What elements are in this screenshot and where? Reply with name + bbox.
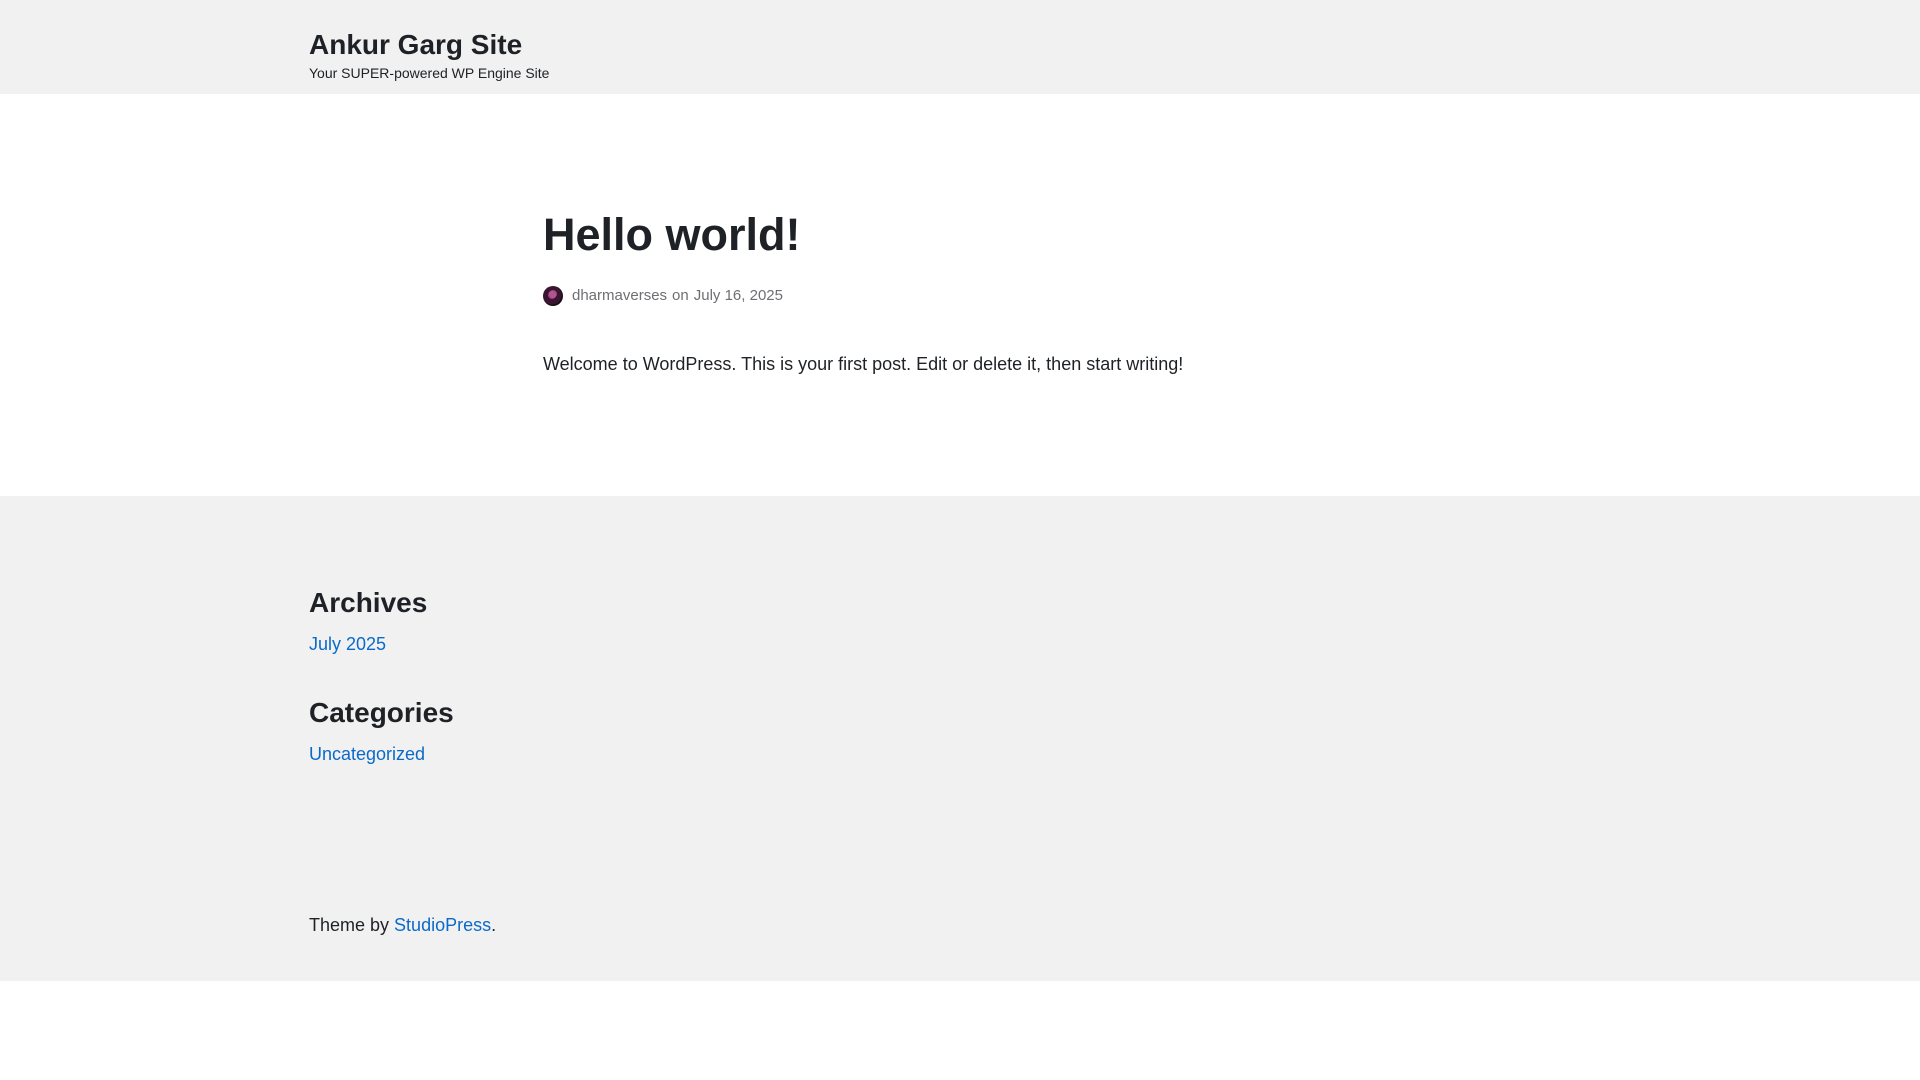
post-article: Hello world! dharmaverses on July 16, 20… — [543, 208, 1373, 378]
content-area: Hello world! dharmaverses on July 16, 20… — [0, 94, 1920, 496]
archives-widget: Archives July 2025 — [309, 586, 427, 656]
author-link[interactable]: dharmaverses — [572, 286, 667, 306]
post-date-link[interactable]: July 16, 2025 — [694, 286, 783, 306]
post-meta: dharmaverses on July 16, 2025 — [543, 286, 1373, 306]
footer-widgets: Archives July 2025 Categories Uncategori… — [0, 496, 1920, 981]
post-title: Hello world! — [543, 209, 801, 260]
post-content: Welcome to WordPress. This is your first… — [543, 350, 1373, 378]
categories-title: Categories — [309, 697, 454, 728]
credit-suffix: . — [491, 915, 497, 935]
author-avatar[interactable] — [543, 286, 563, 306]
site-branding: Ankur Garg Site Your SUPER-powered WP En… — [309, 28, 549, 82]
site-header: Ankur Garg Site Your SUPER-powered WP En… — [0, 0, 1920, 94]
categories-widget: Categories Uncategorized — [309, 696, 454, 766]
studiopress-link[interactable]: StudioPress — [394, 915, 491, 935]
category-link-uncategorized[interactable]: Uncategorized — [309, 742, 454, 766]
site-title-link[interactable]: Ankur Garg Site — [309, 28, 549, 62]
footer-credit: Theme by StudioPress. — [309, 913, 496, 937]
post-paragraph: Welcome to WordPress. This is your first… — [543, 354, 1184, 374]
meta-separator: on — [672, 287, 689, 304]
archives-title: Archives — [309, 587, 428, 618]
archive-link-july-2025[interactable]: July 2025 — [309, 632, 427, 656]
credit-prefix: Theme by — [309, 915, 395, 935]
site-tagline: Your SUPER-powered WP Engine Site — [309, 65, 550, 81]
